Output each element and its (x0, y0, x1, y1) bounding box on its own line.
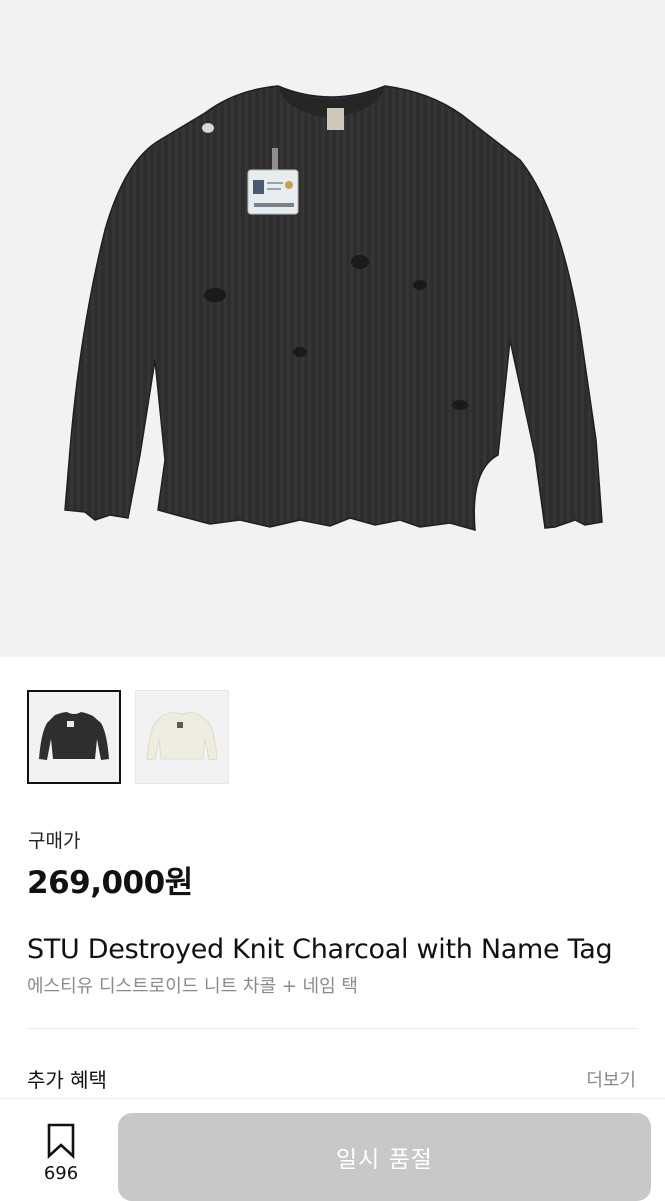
additional-benefits-label: 추가 혜택 (27, 1068, 107, 1092)
section-divider (27, 1028, 638, 1029)
bookmark-icon (47, 1123, 75, 1159)
sold-out-button[interactable]: 일시 품절 (118, 1113, 651, 1201)
price-label: 구매가 (28, 830, 81, 852)
thumbnail-strip (27, 690, 229, 784)
product-title-ko: 에스티유 디스트로이드 니트 차콜 + 네임 택 (27, 976, 358, 997)
wishlist-button[interactable]: 696 (22, 1123, 100, 1184)
thumbnail-cream[interactable] (135, 690, 229, 784)
thumbnail-charcoal[interactable] (27, 690, 121, 784)
price-value: 269,000원 (27, 865, 193, 901)
cream-sweater-thumbnail-image (146, 711, 218, 761)
charcoal-sweater-thumbnail-image (39, 712, 109, 760)
sweater-illustration (64, 85, 603, 532)
more-link[interactable]: 더보기 (586, 1066, 636, 1092)
wishlist-count: 696 (43, 1163, 79, 1184)
product-hero-image (0, 0, 665, 657)
bottom-action-bar: 696 일시 품절 (0, 1098, 665, 1201)
product-title-en: STU Destroyed Knit Charcoal with Name Ta… (27, 934, 613, 965)
